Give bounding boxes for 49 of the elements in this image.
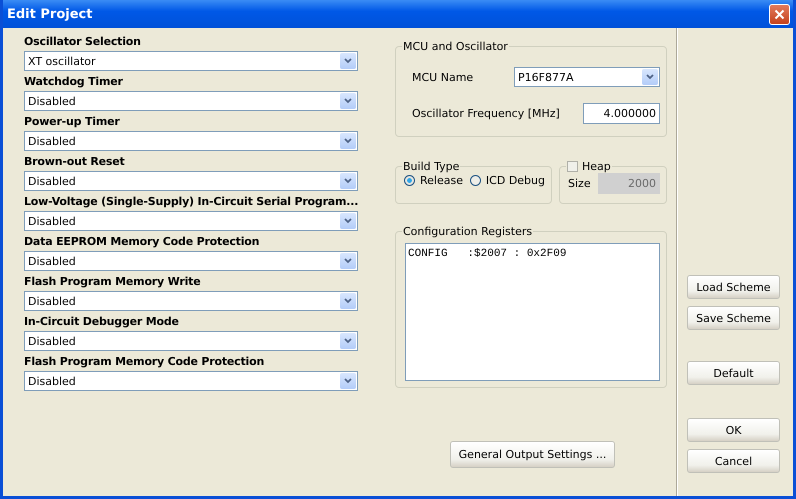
button[interactable]: OK (687, 418, 780, 442)
setting-label: Watchdog Timer (24, 74, 124, 90)
radio-button[interactable]: Release (404, 174, 463, 187)
button[interactable]: Save Scheme (687, 306, 780, 330)
chevron-down-icon (344, 178, 352, 184)
dropdown[interactable]: Disabled (24, 91, 358, 111)
setting-label: Power-up Timer (24, 114, 121, 130)
button[interactable]: General Output Settings ... (450, 441, 615, 468)
button[interactable]: Load Scheme (687, 275, 780, 299)
group-label: MCU and Oscillator (402, 40, 509, 53)
chevron-down-icon (344, 58, 352, 64)
setting-label: Flash Program Memory Code Protection (24, 354, 266, 370)
group-label: Configuration Registers (402, 225, 534, 238)
input-field[interactable]: 4.000000 (583, 103, 660, 124)
setting-label: Flash Program Memory Write (24, 274, 202, 290)
chevron-down-icon (344, 338, 352, 344)
dropdown[interactable]: Disabled (24, 171, 358, 191)
dropdown[interactable]: Disabled (24, 291, 358, 311)
setting-label: Brown-out Reset (24, 154, 126, 170)
chevron-down-icon (344, 218, 352, 224)
dropdown[interactable]: P16F877A (514, 67, 660, 87)
checkbox-label: Heap (582, 160, 611, 173)
close-icon (774, 8, 785, 20)
dropdown[interactable]: Disabled (24, 211, 358, 231)
text-area[interactable]: CONFIG :$2007 : 0x2F09 (405, 243, 660, 381)
dropdown[interactable]: XT oscillator (24, 51, 358, 71)
field-label: Oscillator Frequency [MHz] (412, 107, 560, 120)
setting-label: Low-Voltage (Single-Supply) In-Circuit Serial Program... (24, 194, 358, 210)
button[interactable]: Cancel (687, 449, 780, 473)
setting-label: Data EEPROM Memory Code Protection (24, 234, 260, 250)
group-label: Build Type (402, 160, 460, 173)
field-label: MCU Name (412, 70, 474, 84)
chevron-down-icon (344, 98, 352, 104)
setting-label: Oscillator Selection (24, 34, 142, 50)
dropdown[interactable]: Disabled (24, 331, 358, 351)
chevron-down-icon (344, 258, 352, 264)
dropdown[interactable]: Disabled (24, 371, 358, 391)
chevron-down-icon (344, 378, 352, 384)
window-title: Edit Project (7, 6, 92, 22)
field-label: Size (568, 177, 591, 190)
chevron-down-icon (646, 74, 654, 80)
dropdown[interactable]: Disabled (24, 131, 358, 151)
chevron-down-icon (344, 138, 352, 144)
setting-label: In-Circuit Debugger Mode (24, 314, 180, 330)
close-button[interactable] (769, 4, 790, 24)
dropdown[interactable]: Disabled (24, 251, 358, 271)
chevron-down-icon (344, 298, 352, 304)
button[interactable]: Default (687, 361, 780, 385)
radio-button[interactable]: ICD Debug (470, 174, 545, 187)
